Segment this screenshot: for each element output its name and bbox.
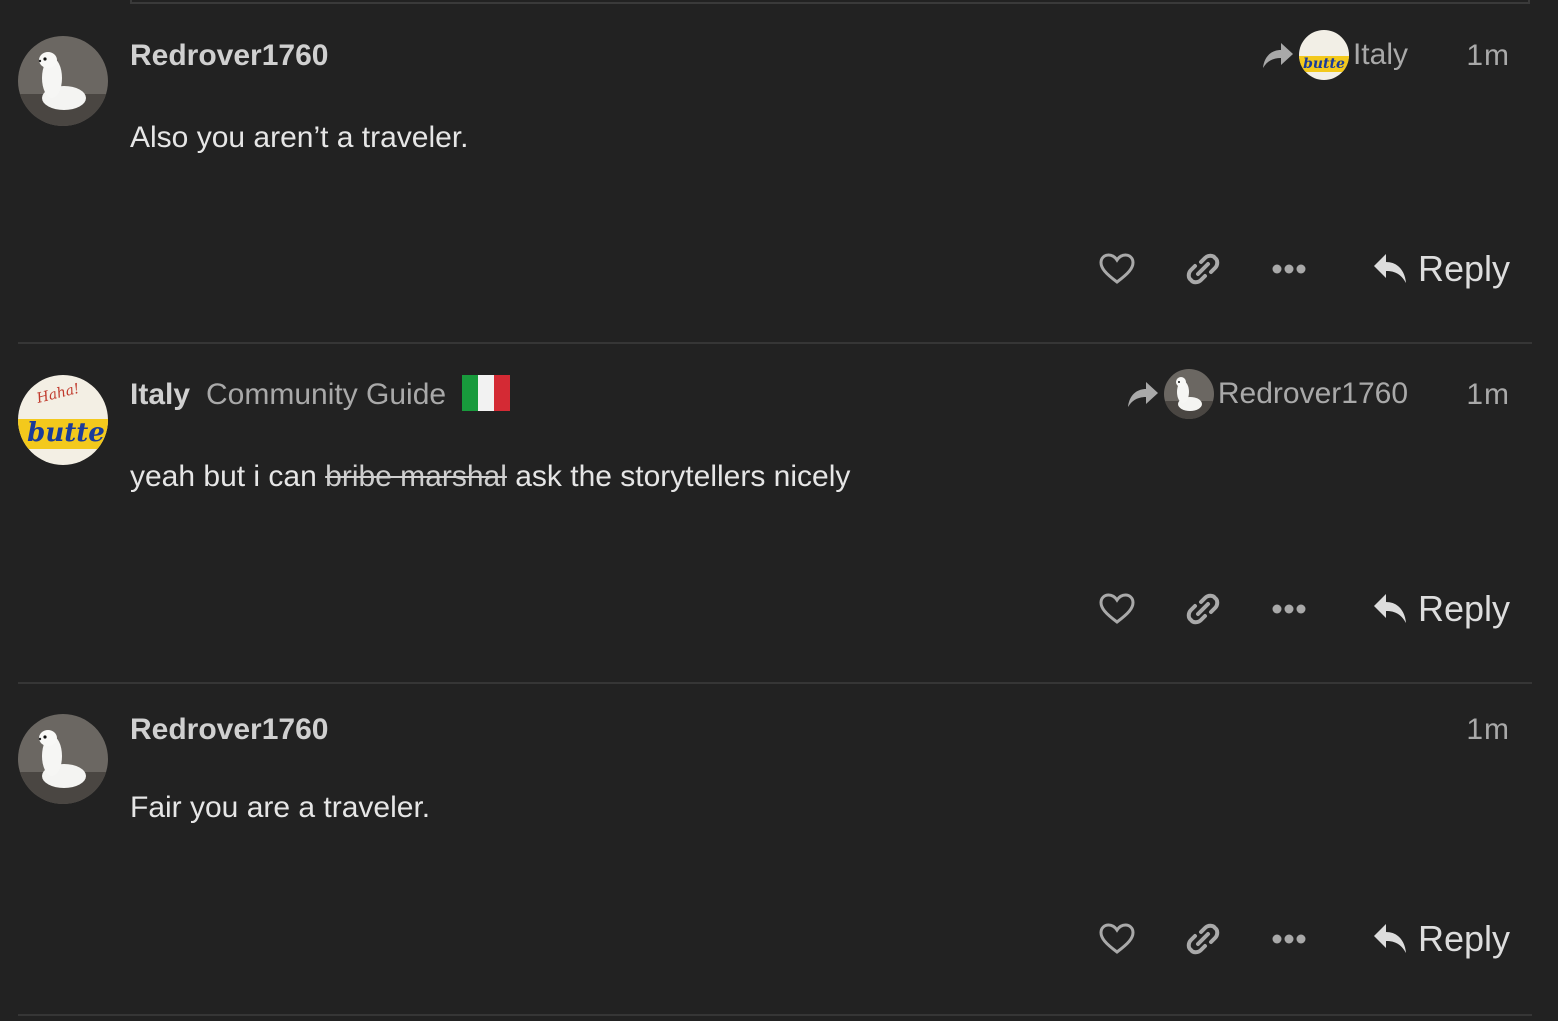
reply-label: Reply [1417, 918, 1510, 959]
copy-link-button[interactable] [1178, 244, 1228, 294]
reply-label: Reply [1417, 248, 1510, 289]
reply-button[interactable]: Reply [1372, 588, 1510, 630]
reply-arrow-icon [1262, 43, 1293, 68]
post-divider [18, 1014, 1532, 1016]
copy-link-button[interactable] [1178, 584, 1228, 634]
post-username[interactable]: Redrover1760 [130, 38, 328, 74]
heart-icon [1099, 593, 1135, 624]
like-button[interactable] [1092, 244, 1142, 294]
avatar-redrover[interactable] [18, 714, 108, 804]
post-body: Fair you are a traveler. [130, 791, 431, 824]
avatar-text: butte [1303, 56, 1345, 72]
post-username[interactable]: Redrover1760 [130, 712, 328, 748]
link-icon [1186, 593, 1220, 625]
ellipsis-icon [1272, 264, 1306, 274]
avatar-text: butte [27, 418, 105, 448]
reply-to-link[interactable]: butte Italy [1261, 30, 1408, 80]
reply-to-name: Italy [1352, 38, 1408, 71]
italy-flag-icon [462, 375, 510, 411]
more-actions-button[interactable] [1264, 584, 1314, 634]
post-divider [18, 682, 1532, 684]
body-text-strikethrough: bribe marshal [325, 460, 507, 493]
avatar-italy[interactable]: Haha! butte [18, 375, 108, 465]
reply-to-link[interactable]: Redrover1760 [1126, 369, 1408, 419]
post-actions: Reply [1056, 914, 1510, 964]
ellipsis-icon [1272, 604, 1306, 614]
reply-button[interactable]: Reply [1372, 918, 1510, 960]
more-actions-button[interactable] [1264, 244, 1314, 294]
avatar-redrover[interactable] [18, 36, 108, 126]
heart-icon [1099, 253, 1135, 284]
more-actions-button[interactable] [1264, 914, 1314, 964]
ellipsis-icon [1272, 934, 1306, 944]
body-text-after: ask the storytellers nicely [506, 460, 851, 493]
reply-label: Reply [1417, 588, 1510, 629]
link-icon [1186, 253, 1220, 285]
body-text-before: yeah but i can [130, 460, 326, 493]
reply-icon [1373, 924, 1406, 953]
user-title: Community Guide [206, 378, 447, 411]
post-username[interactable]: Italy [130, 377, 190, 413]
like-button[interactable] [1092, 914, 1142, 964]
post-time[interactable]: 1m [1466, 377, 1510, 413]
reply-to-name: Redrover1760 [1217, 377, 1408, 410]
copy-link-button[interactable] [1178, 914, 1228, 964]
post-body: yeah but i can bribe marshal ask the sto… [130, 459, 850, 495]
reply-icon [1373, 254, 1406, 283]
post-time[interactable]: 1m [1466, 712, 1510, 748]
reply-to-avatar [1163, 369, 1214, 419]
reply-button[interactable]: Reply [1372, 248, 1510, 290]
post-time[interactable]: 1m [1466, 38, 1510, 74]
reply-icon [1373, 594, 1406, 623]
heart-icon [1099, 923, 1135, 954]
previous-post-frame [130, 0, 1530, 4]
post-actions: Reply [1056, 244, 1510, 294]
link-icon [1186, 923, 1220, 955]
post-body: Also you aren’t a traveler. [130, 121, 469, 154]
reply-arrow-icon [1127, 382, 1158, 407]
reply-to-avatar: butte [1298, 30, 1349, 80]
post-actions: Reply [1056, 584, 1510, 634]
post-divider [18, 342, 1532, 344]
like-button[interactable] [1092, 584, 1142, 634]
